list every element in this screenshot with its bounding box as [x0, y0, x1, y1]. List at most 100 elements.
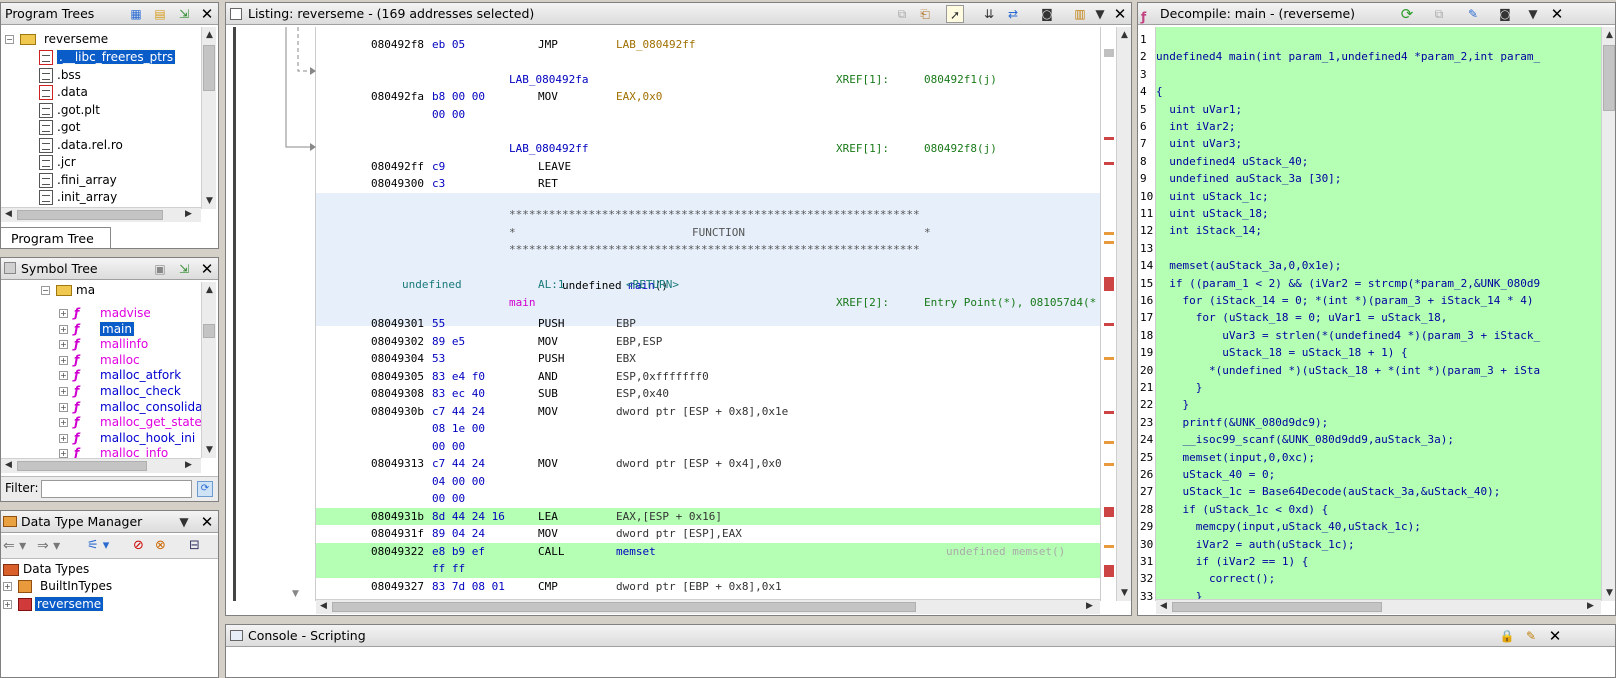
listing-row[interactable]: ff ff — [316, 560, 1100, 578]
reverseme-types-row[interactable]: + reverseme — [3, 596, 105, 614]
expand-icon[interactable]: + — [59, 387, 68, 396]
code-line[interactable]: { — [1156, 83, 1601, 100]
xref-value[interactable]: 080492f8(j) — [924, 140, 997, 158]
expand-icon[interactable]: + — [59, 402, 68, 412]
listing-row[interactable]: 00 00 — [316, 438, 1100, 456]
scroll-right-icon[interactable]: ▶ — [181, 460, 196, 470]
listing-content[interactable]: 080492f8 eb 05 JMP LAB_080492ff LAB_080492fa… — [316, 27, 1100, 601]
scroll-thumb[interactable] — [1603, 45, 1615, 111]
address[interactable]: 080492fa — [371, 88, 424, 106]
dropdown-icon[interactable]: ▼ — [1091, 5, 1109, 23]
go-to-icon[interactable]: ⇲ — [175, 5, 193, 23]
code-line[interactable] — [1156, 66, 1601, 83]
address[interactable]: 080492f8 — [371, 36, 424, 54]
tree-item[interactable]: .data — [39, 84, 88, 102]
scroll-down-icon[interactable]: ▼ — [202, 196, 217, 206]
scroll-up-icon[interactable]: ▲ — [202, 285, 217, 295]
listing-row[interactable]: 08049308 83 ec 40 SUB ESP,0x40 — [316, 385, 1100, 403]
operand[interactable]: dword ptr [EBP + 0x8],0x1 — [616, 578, 782, 596]
listing-row[interactable]: 08049305 83 e4 f0 AND ESP,0xfffffff0 — [316, 368, 1100, 386]
scroll-left-icon[interactable]: ◀ — [1, 209, 16, 219]
code-line[interactable]: undefined auStack_3a [30]; — [1156, 170, 1601, 187]
overview-bar[interactable] — [1100, 27, 1116, 601]
listing-row[interactable]: 00 00 — [316, 490, 1100, 508]
operand[interactable]: ESP,0xfffffff0 — [616, 368, 709, 386]
listing-row[interactable]: 08 1e 00 — [316, 420, 1100, 438]
create-tree-icon[interactable]: ▦ — [127, 5, 145, 23]
diff-icon[interactable]: ⇄ — [1004, 5, 1022, 23]
listing-row[interactable]: 08049327 83 7d 08 01 CMP dword ptr [EBP + 0… — [316, 578, 1100, 596]
operand[interactable]: dword ptr [ESP + 0x4],0x0 — [616, 455, 782, 473]
filter-icon[interactable]: ⊗ — [155, 538, 166, 553]
listing-row[interactable]: 04 00 00 — [316, 473, 1100, 491]
listing-row[interactable]: LAB_080492fa XREF[1]: 080492f1(j) — [316, 71, 1100, 89]
operand[interactable]: EBP,ESP — [616, 333, 662, 351]
scroll-thumb[interactable] — [332, 602, 916, 612]
snapshot-icon[interactable]: ◙ — [1038, 5, 1056, 23]
expand-icon[interactable]: + — [3, 600, 12, 609]
code-line[interactable]: if (uStack_1c < 0xd) { — [1156, 501, 1601, 518]
expand-icon[interactable]: + — [59, 371, 68, 381]
code-line[interactable]: uint uVar1; — [1156, 101, 1601, 118]
mnemonic[interactable]: RET — [538, 175, 558, 193]
expand-icon[interactable]: + — [59, 340, 68, 350]
address[interactable]: 0804930b — [371, 403, 424, 421]
code-line[interactable]: uStack_18 = uStack_18 + 1) { — [1156, 344, 1601, 361]
code-line[interactable]: for (iStack_14 = 0; *(int *)(param_3 + i… — [1156, 292, 1601, 309]
tree-root[interactable]: − reverseme — [5, 31, 108, 49]
expand-icon[interactable]: + — [3, 582, 12, 591]
code-line[interactable]: uint uVar3; — [1156, 135, 1601, 152]
mnemonic[interactable]: JMP — [538, 36, 558, 54]
operand[interactable]: memset — [616, 543, 656, 561]
copy-icon[interactable]: ⧉ — [893, 5, 911, 23]
mnemonic[interactable]: MOV — [538, 88, 558, 106]
program-tree-hscroll[interactable]: ◀ ▶ — [1, 207, 201, 222]
listing-row[interactable]: 0804931b 8d 44 24 16 LEA EAX,[ESP + 0x16] — [316, 507, 1100, 526]
decompile-hscroll[interactable]: ◀ ▶ — [1156, 599, 1601, 614]
code-line[interactable]: uStack_40 = 0; — [1156, 466, 1601, 483]
listing-row[interactable]: 00 00 — [316, 106, 1100, 124]
close-icon[interactable]: ✕ — [1548, 5, 1566, 23]
expand-icon[interactable]: + — [59, 355, 68, 365]
scroll-down-icon[interactable]: ▼ — [1602, 588, 1615, 598]
listing-row[interactable]: 080492fa b8 00 00 MOV EAX,0x0 — [316, 88, 1100, 106]
mnemonic[interactable]: CMP — [538, 578, 558, 596]
mnemonic[interactable]: MOV — [538, 525, 558, 543]
mnemonic[interactable]: PUSH — [538, 350, 565, 368]
scroll-right-icon[interactable]: ▶ — [1082, 601, 1097, 611]
code-line[interactable]: undefined4 uStack_40; — [1156, 153, 1601, 170]
code-line[interactable]: memcpy(input,uStack_40,uStack_1c); — [1156, 518, 1601, 535]
open-folder-icon[interactable]: ▤ — [151, 5, 169, 23]
clear-icon[interactable]: ✎ — [1522, 627, 1540, 645]
go-to-icon[interactable]: ⇲ — [175, 260, 193, 278]
folder-row[interactable]: − ma — [41, 282, 95, 300]
scroll-right-icon[interactable]: ▶ — [1583, 601, 1598, 611]
listing-row[interactable]: 08049322 e8 b9 ef CALL memset undefined mems… — [316, 542, 1100, 561]
tree-item[interactable]: .got — [39, 119, 80, 137]
close-icon[interactable]: ✕ — [1546, 627, 1564, 645]
listing-row[interactable]: 08049302 89 e5 MOV EBP,ESP — [316, 333, 1100, 351]
close-icon[interactable]: ✕ — [198, 5, 216, 23]
tree-item[interactable]: .data.rel.ro — [39, 137, 123, 155]
listing-row[interactable]: LAB_080492ff XREF[1]: 080492f8(j) — [316, 140, 1100, 158]
operand[interactable]: EBP — [616, 315, 636, 333]
symbol-tree-hscroll[interactable]: ◀ ▶ — [1, 458, 201, 473]
operand[interactable]: EBX — [616, 350, 636, 368]
address[interactable]: 0804931b — [371, 508, 424, 526]
code-line[interactable]: for (uStack_18 = 0; uVar1 = uStack_18, — [1156, 309, 1601, 326]
code-line[interactable]: correct(); — [1156, 570, 1601, 587]
xref-value[interactable]: 080492f1(j) — [924, 71, 997, 89]
dropdown-icon[interactable]: ▼ — [1524, 5, 1542, 23]
tree-item[interactable]: .jcr — [39, 154, 76, 172]
scroll-thumb[interactable] — [17, 210, 163, 220]
collapse-icon[interactable]: − — [41, 286, 50, 295]
symbol-tree-vscroll[interactable]: ▲ ▼ — [201, 282, 216, 458]
mnemonic[interactable]: MOV — [538, 455, 558, 473]
operand[interactable]: EAX,0x0 — [616, 88, 662, 106]
forward-icon[interactable]: ⇒ ▾ — [37, 538, 60, 554]
decompile-vscroll[interactable]: ▲ ▼ — [1601, 27, 1615, 601]
mnemonic[interactable]: CALL — [538, 543, 565, 561]
address[interactable]: 08049308 — [371, 385, 424, 403]
code-line[interactable]: iVar2 = auth(uStack_1c); — [1156, 536, 1601, 553]
address[interactable]: 08049304 — [371, 350, 424, 368]
